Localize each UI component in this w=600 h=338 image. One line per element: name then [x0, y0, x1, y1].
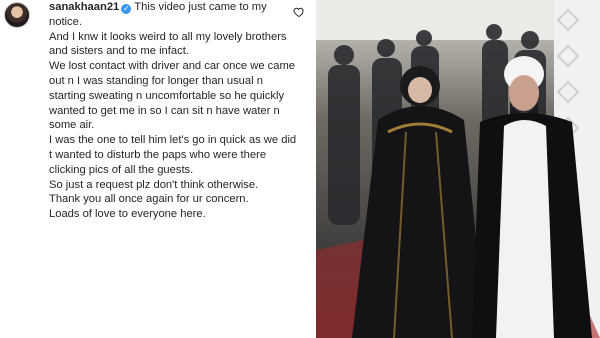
comment-line-5: Thank you all once again for ur concern.	[49, 193, 249, 206]
heart-icon[interactable]	[293, 6, 305, 18]
comment-line-6: Loads of love to everyone here.	[49, 208, 206, 221]
avatar[interactable]	[4, 2, 30, 28]
comment-line-1: And I knw it looks weird to all my lovel…	[49, 30, 287, 58]
comment-line-4: So just a request plz don't think otherw…	[49, 178, 259, 191]
comment-text: sanakhaan21 ✓ This video just came to my n…	[49, 0, 299, 222]
instagram-comment-panel: sanakhaan21 ✓ This video just came to my n…	[0, 0, 316, 338]
screenshot-frame: sanakhaan21 ✓ This video just came to my n…	[0, 0, 600, 338]
comment-line-2: We lost contact with driver and car once…	[49, 60, 296, 132]
comment-line-3: I was the one to tell him let's go in qu…	[49, 134, 297, 176]
verified-badge-icon: ✓	[121, 4, 132, 14]
username[interactable]: sanakhaan21	[49, 1, 119, 13]
event-photo	[316, 0, 600, 338]
comment-first-line: sanakhaan21 ✓ This video just came to my n…	[49, 0, 299, 30]
event-photo-illustration	[316, 0, 600, 338]
